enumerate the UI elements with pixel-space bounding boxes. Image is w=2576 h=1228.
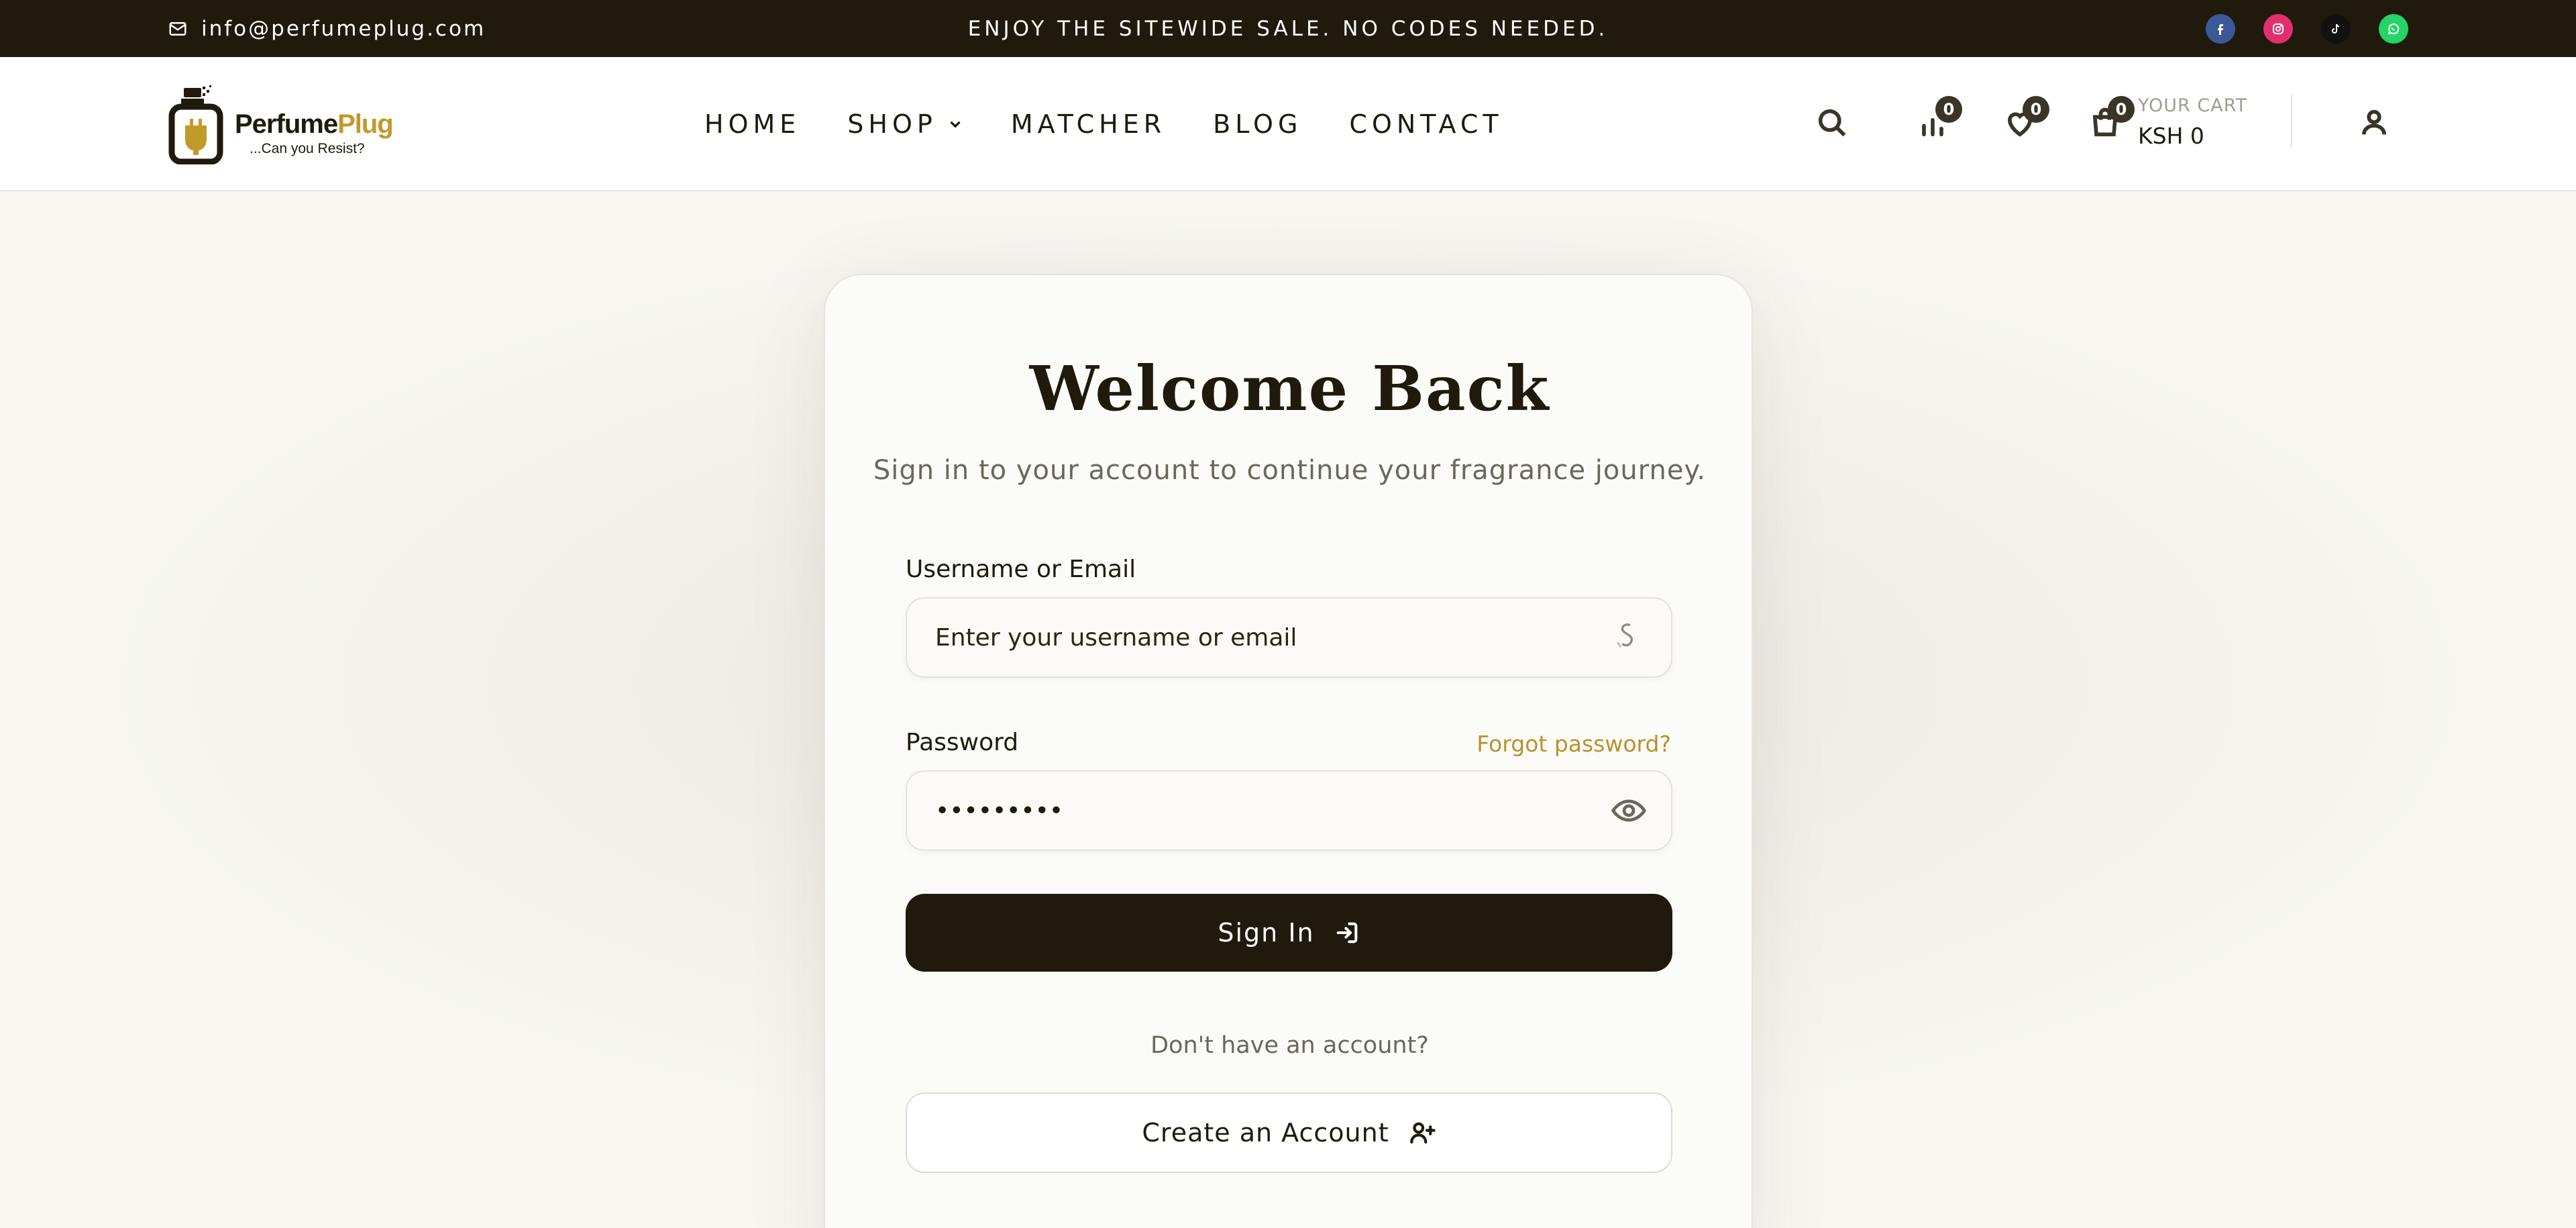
- nav-item-shop[interactable]: SHOP: [847, 109, 964, 139]
- header-divider: [2291, 94, 2292, 148]
- tiktok-icon[interactable]: [2321, 13, 2351, 44]
- forgot-password-link[interactable]: Forgot password?: [1477, 731, 1671, 757]
- sign-in-button[interactable]: Sign In: [906, 894, 1672, 972]
- contact-email-text: info@perfumeplug.com: [201, 16, 486, 41]
- nav-item-home[interactable]: HOME: [704, 109, 800, 139]
- search-icon: [1818, 109, 1846, 137]
- cart-count-badge: 0: [2108, 96, 2135, 123]
- cart-button[interactable]: 0: [2088, 96, 2135, 146]
- password-label: Password: [906, 729, 1019, 756]
- eye-icon[interactable]: [1610, 792, 1648, 829]
- login-card: Welcome Back Sign in to your account to …: [824, 274, 1753, 1228]
- announcement-bar: info@perfumeplug.com ENJOY THE SITEWIDE …: [0, 0, 2576, 57]
- site-header: PerfumePlug ...Can you Resist? HOME SHOP…: [0, 57, 2576, 191]
- wishlist-button[interactable]: 0: [2002, 96, 2049, 146]
- compare-count-badge: 0: [1935, 96, 1962, 123]
- page-subtitle: Sign in to your account to continue your…: [873, 455, 1707, 486]
- main-nav: HOME SHOP MATCHER BLOG CONTACT: [704, 57, 1503, 191]
- create-account-label: Create an Account: [1142, 1118, 1389, 1147]
- user-icon: [2362, 109, 2386, 135]
- facebook-icon[interactable]: [2206, 13, 2235, 44]
- cart-amount[interactable]: KSH 0: [2138, 123, 2204, 149]
- social-links: [2206, 0, 2408, 57]
- create-account-button[interactable]: Create an Account: [906, 1092, 1672, 1173]
- autofill-key-icon[interactable]: [1607, 617, 1644, 655]
- no-account-text: Don't have an account?: [1150, 1032, 1429, 1059]
- brand-name: PerfumePlug: [235, 109, 394, 139]
- user-plus-icon: [1409, 1122, 1436, 1144]
- site-logo[interactable]: PerfumePlug ...Can you Resist?: [168, 84, 396, 171]
- search-button[interactable]: [1815, 105, 1855, 146]
- compare-button[interactable]: 0: [1915, 96, 1962, 146]
- account-button[interactable]: [2357, 105, 2397, 146]
- whatsapp-icon[interactable]: [2379, 13, 2408, 44]
- contact-email[interactable]: info@perfumeplug.com: [168, 0, 486, 57]
- page-title: Welcome Back: [1029, 352, 1550, 425]
- username-label: Username or Email: [906, 556, 1136, 583]
- wishlist-count-badge: 0: [2023, 96, 2049, 123]
- perfume-bottle-icon: [168, 85, 223, 164]
- nav-item-matcher[interactable]: MATCHER: [1011, 109, 1166, 139]
- username-input[interactable]: [906, 597, 1672, 678]
- chevron-down-icon: [950, 121, 961, 128]
- instagram-icon[interactable]: [2263, 13, 2293, 44]
- nav-item-blog[interactable]: BLOG: [1213, 109, 1302, 139]
- login-arrow-icon: [1336, 922, 1357, 943]
- sign-in-label: Sign In: [1218, 918, 1315, 948]
- cart-label: YOUR CART: [2138, 95, 2247, 116]
- password-input[interactable]: [906, 770, 1672, 851]
- nav-item-contact[interactable]: CONTACT: [1349, 109, 1503, 139]
- brand-tagline: ...Can you Resist?: [250, 141, 365, 156]
- mail-icon: [169, 21, 186, 36]
